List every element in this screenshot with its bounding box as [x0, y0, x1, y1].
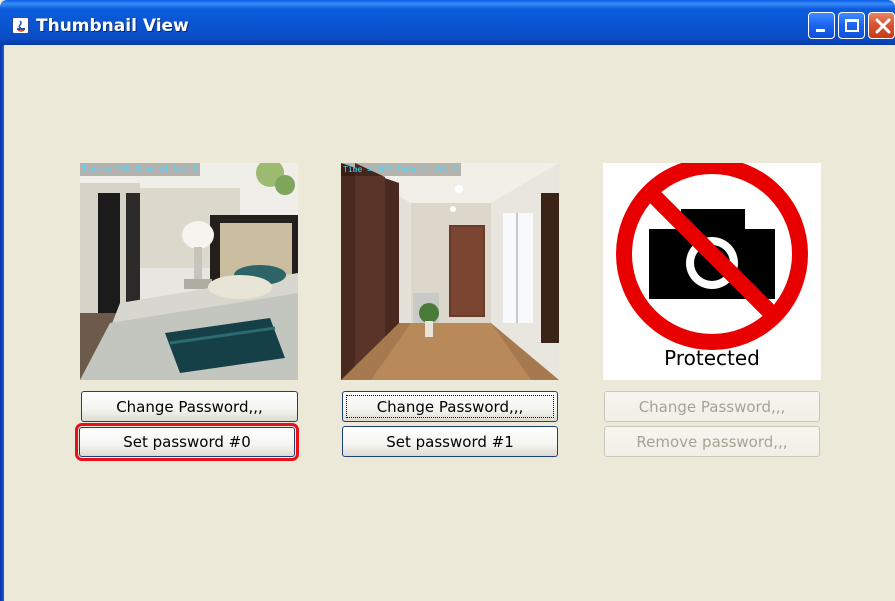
thumbnail-overlay-text: Time = 209 Zoom x1 Ver S — [341, 163, 461, 176]
minimize-icon — [816, 29, 825, 32]
protected-label: Protected — [664, 346, 760, 370]
maximize-button[interactable] — [838, 12, 865, 39]
maximize-icon — [845, 19, 859, 32]
change-password-button-2[interactable]: Change Password,,, — [604, 391, 820, 422]
close-icon — [875, 18, 891, 34]
minimize-button[interactable] — [808, 12, 835, 39]
set-password-button-0[interactable]: Set password #0 — [75, 423, 299, 461]
change-password-button-0[interactable]: Change Password,,, — [81, 391, 298, 422]
thumbnail-2[interactable]: Protected — [603, 163, 821, 380]
java-app-icon[interactable] — [12, 17, 29, 34]
window-border-left — [0, 45, 4, 601]
close-button[interactable] — [868, 12, 895, 39]
thumbnail-0[interactable]: Time = 209 Zoom x1 Ver S — [80, 163, 298, 380]
remove-password-button-2[interactable]: Remove password,,, — [604, 426, 820, 457]
window-titlebar[interactable]: Thumbnail View — [0, 0, 895, 45]
change-password-button-1[interactable]: Change Password,,, — [342, 391, 558, 422]
window-title: Thumbnail View — [36, 16, 189, 36]
bedroom-photo — [80, 163, 298, 380]
hallway-photo — [341, 163, 559, 380]
thumbnail-overlay-text: Time = 209 Zoom x1 Ver S — [80, 163, 200, 176]
thumbnail-1[interactable]: Time = 209 Zoom x1 Ver S — [341, 163, 559, 380]
set-password-button-1[interactable]: Set password #1 — [342, 426, 558, 457]
